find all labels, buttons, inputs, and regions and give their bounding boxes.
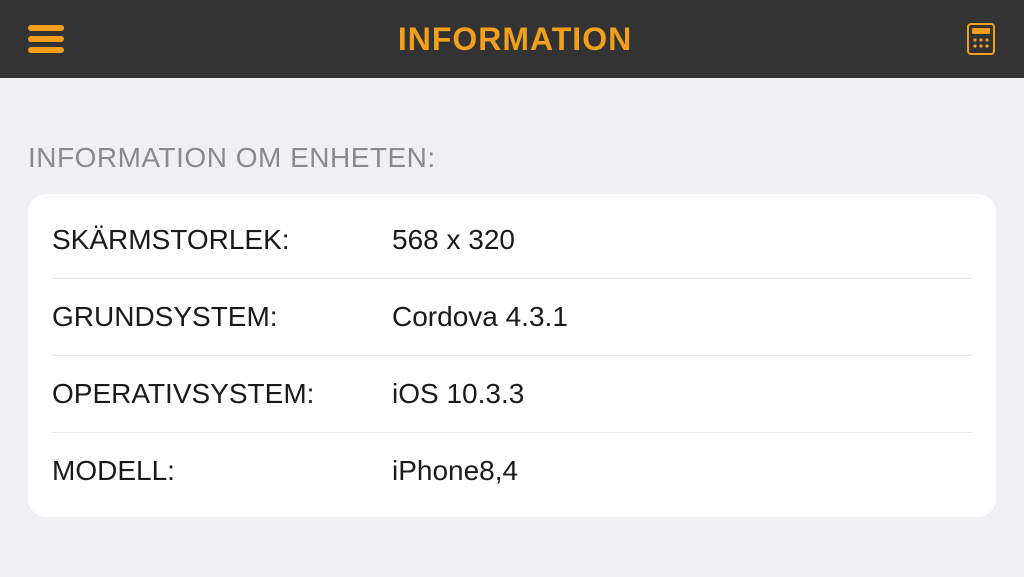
- row-label: OPERATIVSYSTEM:: [52, 378, 392, 410]
- menu-bar: [28, 36, 64, 42]
- page-title: INFORMATION: [398, 21, 632, 58]
- row-value: iOS 10.3.3: [392, 378, 524, 410]
- row-base-system: GRUNDSYSTEM: Cordova 4.3.1: [52, 278, 972, 355]
- row-operating-system: OPERATIVSYSTEM: iOS 10.3.3: [52, 355, 972, 432]
- row-value: 568 x 320: [392, 224, 515, 256]
- calculator-icon[interactable]: [966, 22, 996, 56]
- app-header: INFORMATION: [0, 0, 1024, 78]
- row-label: GRUNDSYSTEM:: [52, 301, 392, 333]
- menu-icon[interactable]: [28, 25, 64, 53]
- row-screen-size: SKÄRMSTORLEK: 568 x 320: [28, 202, 996, 278]
- row-model: MODELL: iPhone8,4: [52, 432, 972, 509]
- content-area: INFORMATION OM ENHETEN: SKÄRMSTORLEK: 56…: [0, 78, 1024, 517]
- info-card: SKÄRMSTORLEK: 568 x 320 GRUNDSYSTEM: Cor…: [28, 194, 996, 517]
- section-title: INFORMATION OM ENHETEN:: [28, 142, 996, 174]
- row-label: SKÄRMSTORLEK:: [52, 224, 392, 256]
- menu-bar: [28, 25, 64, 31]
- menu-bar: [28, 47, 64, 53]
- row-value: iPhone8,4: [392, 455, 518, 487]
- row-label: MODELL:: [52, 455, 392, 487]
- row-value: Cordova 4.3.1: [392, 301, 568, 333]
